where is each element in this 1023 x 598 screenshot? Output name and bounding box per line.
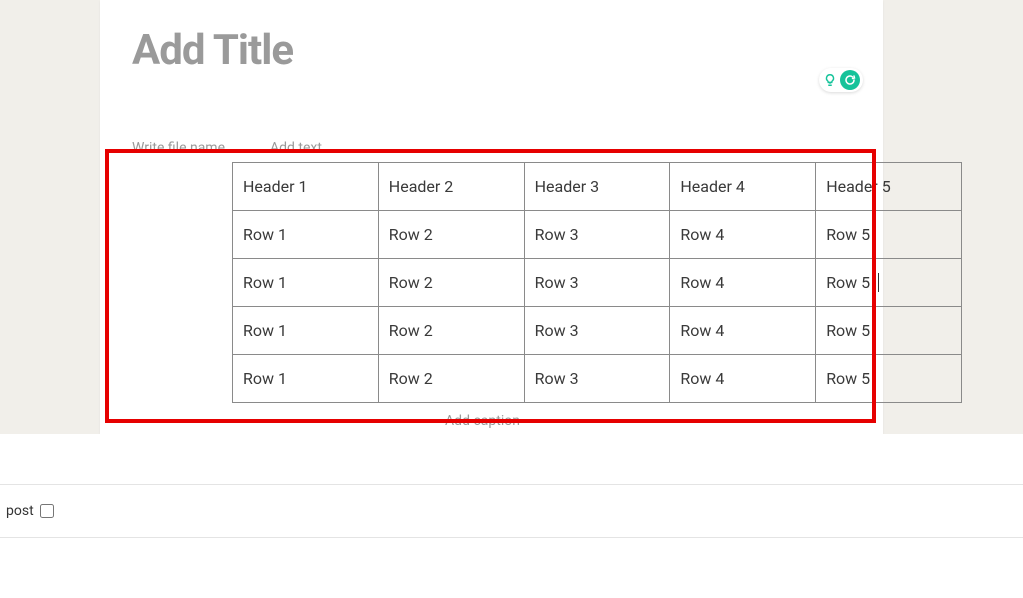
title-input[interactable]: Add Title	[132, 26, 293, 75]
table-cell[interactable]: Row 5	[816, 211, 962, 259]
table-cell[interactable]: Row 3	[524, 307, 670, 355]
table-cell[interactable]: Row 1	[233, 259, 379, 307]
add-text-input[interactable]: Add text	[270, 140, 322, 156]
grammarly-badge[interactable]	[819, 68, 863, 92]
table-cell[interactable]: Row 2	[378, 355, 524, 403]
table-header-cell[interactable]: Header 5	[816, 163, 962, 211]
caption-input[interactable]: Add caption	[232, 403, 733, 429]
table-row: Row 1 Row 2 Row 3 Row 4 Row 5	[233, 307, 962, 355]
post-option-row: post	[0, 485, 1023, 537]
table-cell[interactable]: Row 2	[378, 211, 524, 259]
table-cell-active[interactable]: Row 5	[816, 259, 962, 307]
file-name-input[interactable]: Write file name	[132, 140, 225, 156]
table-header-row: Header 1 Header 2 Header 3 Header 4 Head…	[233, 163, 962, 211]
table-cell[interactable]: Row 3	[524, 259, 670, 307]
table-cell[interactable]: Row 5	[816, 307, 962, 355]
editor-card: Add Title Write file name Add text Heade…	[100, 0, 883, 434]
table-cell[interactable]: Row 4	[670, 307, 816, 355]
table-block[interactable]: Header 1 Header 2 Header 3 Header 4 Head…	[232, 162, 733, 429]
table-cell[interactable]: Row 1	[233, 355, 379, 403]
post-checkbox[interactable]	[40, 504, 54, 518]
table-header-cell[interactable]: Header 4	[670, 163, 816, 211]
post-label: post	[6, 503, 34, 519]
table-cell[interactable]: Row 5	[816, 355, 962, 403]
table-row: Row 1 Row 2 Row 3 Row 4 Row 5	[233, 259, 962, 307]
table-cell[interactable]: Row 2	[378, 259, 524, 307]
table-header-cell[interactable]: Header 2	[378, 163, 524, 211]
table-row: Row 1 Row 2 Row 3 Row 4 Row 5	[233, 355, 962, 403]
table-header-cell[interactable]: Header 1	[233, 163, 379, 211]
grammarly-logo-icon	[840, 70, 860, 90]
divider	[0, 537, 1023, 538]
grammarly-suggestion-icon	[822, 72, 838, 88]
table-cell[interactable]: Row 4	[670, 259, 816, 307]
table-cell[interactable]: Row 3	[524, 211, 670, 259]
table-cell[interactable]: Row 1	[233, 307, 379, 355]
table-row: Row 1 Row 2 Row 3 Row 4 Row 5	[233, 211, 962, 259]
table-cell[interactable]: Row 1	[233, 211, 379, 259]
table-header-cell[interactable]: Header 3	[524, 163, 670, 211]
data-table[interactable]: Header 1 Header 2 Header 3 Header 4 Head…	[232, 162, 962, 403]
table-cell[interactable]: Row 4	[670, 355, 816, 403]
table-cell[interactable]: Row 4	[670, 211, 816, 259]
table-cell[interactable]: Row 2	[378, 307, 524, 355]
footer-section: post	[0, 434, 1023, 598]
table-cell[interactable]: Row 3	[524, 355, 670, 403]
